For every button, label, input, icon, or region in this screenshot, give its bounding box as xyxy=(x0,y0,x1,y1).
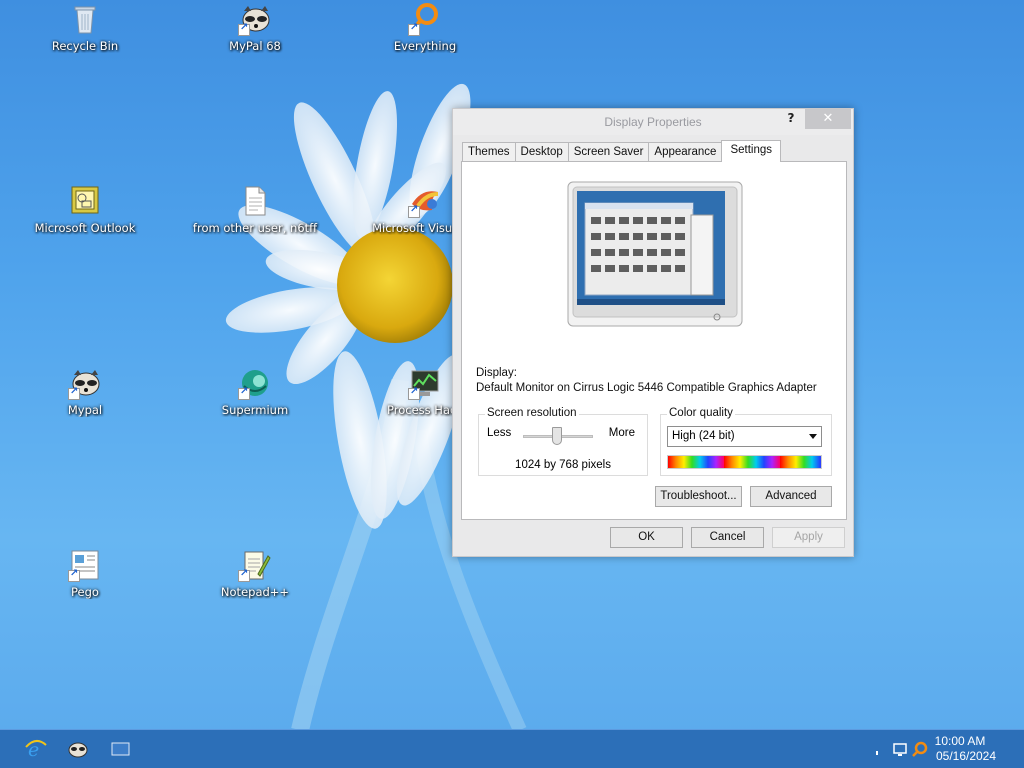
document-icon xyxy=(238,184,272,218)
help-button[interactable]: ? xyxy=(781,111,801,129)
display-label: Display: xyxy=(476,367,517,379)
raccoon-icon xyxy=(68,366,102,400)
settings-panel: Display: Default Monitor on Cirrus Logic… xyxy=(461,161,847,520)
desktop-icon-notepad-plus-plus[interactable]: Notepad++ xyxy=(190,548,320,599)
resolution-value: 1024 by 768 pixels xyxy=(515,459,611,471)
desktop-icon-microsoft-outlook[interactable]: Microsoft Outlook xyxy=(20,184,150,235)
desktop-icon-mypal[interactable]: Mypal xyxy=(20,366,150,417)
desktop-icon-supermium[interactable]: Supermium xyxy=(190,366,320,417)
color-quality-select[interactable]: High (24 bit) xyxy=(667,426,822,447)
outlook-icon xyxy=(68,184,102,218)
supermium-icon xyxy=(238,366,272,400)
network-icon[interactable] xyxy=(892,738,910,760)
desktop-icon-label: Everything xyxy=(393,39,457,53)
dialog-titlebar[interactable]: Display Properties ? ✕ xyxy=(453,109,853,135)
chevron-down-icon xyxy=(809,434,817,439)
desktop-icon-everything[interactable]: Everything xyxy=(360,2,490,53)
color-quality-selected: High (24 bit) xyxy=(672,430,735,442)
tab-strip: Themes Desktop Screen Saver Appearance S… xyxy=(462,140,782,162)
tab-screen-saver[interactable]: Screen Saver xyxy=(567,142,650,162)
advanced-button[interactable]: Advanced xyxy=(750,486,832,507)
desktop-icon-label: Notepad++ xyxy=(220,585,290,599)
raccoon-icon xyxy=(238,2,272,36)
recycle-bin-icon xyxy=(68,2,102,36)
desktop-icon-recycle-bin[interactable]: Recycle Bin xyxy=(20,2,150,53)
display-adapter-value: Default Monitor on Cirrus Logic 5446 Com… xyxy=(476,382,817,394)
tab-appearance[interactable]: Appearance xyxy=(648,142,723,162)
desktop-icon-label: Microsoft Outlook xyxy=(34,221,136,235)
visual-studio-icon xyxy=(408,184,442,218)
desktop-icon[interactable] xyxy=(109,738,133,760)
color-quality-group: Color quality High (24 bit) xyxy=(660,407,832,476)
desktop-icon-label: from other user, n6tff xyxy=(192,221,318,235)
screen-resolution-group: Screen resolution Less More 1024 by 768 … xyxy=(478,407,648,476)
monitor-preview xyxy=(567,181,743,327)
desktop-icon-label: Pego xyxy=(71,585,99,599)
troubleshoot-button[interactable]: Troubleshoot... xyxy=(655,486,742,507)
clock-time[interactable]: 10:00 AM xyxy=(920,734,1000,748)
color-spectrum-bar xyxy=(667,455,822,469)
everything-search-icon xyxy=(408,2,442,36)
tab-themes[interactable]: Themes xyxy=(462,142,516,162)
desktop-icon-from-other-user[interactable]: from other user, n6tff xyxy=(190,184,320,235)
tab-desktop[interactable]: Desktop xyxy=(514,142,569,162)
screen-resolution-title: Screen resolution xyxy=(485,407,579,419)
less-label: Less xyxy=(487,427,512,439)
tab-settings[interactable]: Settings xyxy=(721,140,782,162)
desktop-icon-label: Supermium xyxy=(221,403,289,417)
more-label: More xyxy=(608,427,635,439)
color-quality-title: Color quality xyxy=(667,407,735,419)
resolution-slider-thumb[interactable] xyxy=(552,427,562,445)
ie-icon[interactable]: e xyxy=(24,738,48,761)
clock-date[interactable]: 05/16/2024 xyxy=(926,749,1006,763)
raccoon-icon[interactable] xyxy=(66,738,90,760)
desktop-icon-pego[interactable]: Pego xyxy=(20,548,150,599)
cancel-button[interactable]: Cancel xyxy=(691,527,764,548)
ok-button[interactable]: OK xyxy=(610,527,683,548)
close-button[interactable]: ✕ xyxy=(805,109,851,129)
desktop-icon-label: Recycle Bin xyxy=(51,39,119,53)
desktop-icon-mypal-68[interactable]: MyPal 68 xyxy=(190,2,320,53)
process-hacker-icon xyxy=(408,366,442,400)
tray-overflow-icon[interactable] xyxy=(868,738,882,760)
apply-button[interactable]: Apply xyxy=(772,527,845,548)
display-properties-dialog: Display Properties ? ✕ Themes Desktop Sc… xyxy=(452,108,854,557)
pego-icon xyxy=(68,548,102,582)
desktop-icon-label: Mypal xyxy=(67,403,103,417)
desktop-icon-label: MyPal 68 xyxy=(229,39,281,53)
taskbar: e 10:00 AM 05/16/2024 xyxy=(0,729,1024,768)
notepad-plus-icon xyxy=(238,548,272,582)
